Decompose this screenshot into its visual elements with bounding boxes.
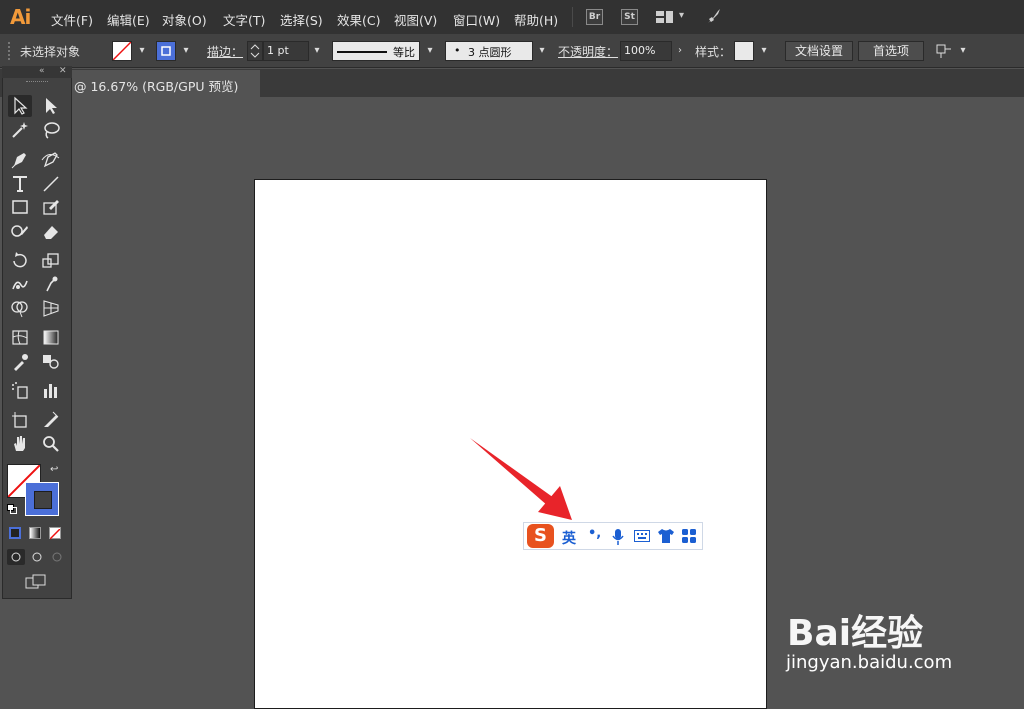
toolbox-grid-icon[interactable]: [682, 529, 696, 543]
ime-logo[interactable]: S: [527, 524, 554, 548]
brush-select[interactable]: • 3 点圆形: [445, 41, 533, 61]
chevron-down-icon[interactable]: ▾: [309, 41, 325, 61]
selection-status: 未选择对象: [20, 45, 81, 59]
perspective-grid-tool[interactable]: [39, 297, 63, 319]
curvature-tool[interactable]: [39, 148, 63, 170]
menu-object[interactable]: 对象(O): [162, 10, 207, 29]
stroke-weight-input[interactable]: 1 pt: [263, 41, 309, 61]
ime-language-toggle[interactable]: 英: [562, 528, 576, 548]
screen-mode-icon[interactable]: [25, 574, 47, 590]
column-graph-tool[interactable]: [39, 379, 63, 401]
warp-tool[interactable]: [8, 273, 32, 295]
mesh-tool[interactable]: [8, 326, 32, 348]
annotation-arrow: [468, 436, 578, 522]
direct-selection-tool[interactable]: [39, 95, 63, 117]
scale-tool[interactable]: [39, 249, 63, 271]
color-mode-icon[interactable]: [9, 527, 21, 539]
magic-wand-tool[interactable]: [8, 119, 32, 141]
workspace-layout-icon[interactable]: [655, 9, 675, 25]
puppet-warp-tool[interactable]: [39, 273, 63, 295]
fill-swatch[interactable]: [112, 41, 132, 61]
keyboard-icon[interactable]: [634, 530, 650, 542]
chevron-down-icon[interactable]: ▾: [756, 41, 772, 61]
draw-inside-icon[interactable]: [49, 549, 65, 565]
opacity-label[interactable]: 不透明度：: [558, 43, 618, 60]
brush-dot: •: [454, 44, 461, 57]
draw-behind-icon[interactable]: [29, 549, 45, 565]
type-tool[interactable]: [8, 172, 32, 194]
document-tab-title: @ 16.67% (RGB/GPU 预览): [74, 79, 239, 94]
menu-type[interactable]: 文字(T): [223, 10, 265, 29]
chevron-down-icon[interactable]: ▾: [679, 10, 684, 21]
chevron-down-icon[interactable]: ▾: [422, 41, 438, 61]
bridge-button[interactable]: Br: [586, 9, 603, 25]
menu-help[interactable]: 帮助(H): [514, 10, 558, 29]
artboard-tool[interactable]: [8, 408, 32, 430]
stroke-color-swatch[interactable]: [25, 482, 59, 516]
paintbrush-tool[interactable]: [8, 220, 32, 242]
hand-tool[interactable]: [8, 432, 32, 454]
preferences-button[interactable]: 首选项: [858, 41, 924, 61]
rectangle-tool[interactable]: [8, 196, 32, 218]
menu-select[interactable]: 选择(S): [280, 10, 323, 29]
style-label: 样式：: [695, 45, 732, 59]
chevron-down-icon[interactable]: ▾: [134, 41, 150, 61]
rotate-tool[interactable]: [8, 249, 32, 271]
shaper-tool[interactable]: [39, 196, 63, 218]
none-mode-icon[interactable]: [49, 527, 61, 540]
menu-edit[interactable]: 编辑(E): [107, 10, 150, 29]
stroke-label[interactable]: 描边：: [207, 43, 243, 60]
stroke-profile-label: 等比: [393, 46, 415, 59]
stock-button[interactable]: St: [621, 9, 638, 25]
chevron-down-icon[interactable]: ▾: [955, 41, 971, 61]
arrange-icon[interactable]: [935, 42, 953, 60]
slice-tool[interactable]: [39, 408, 63, 430]
rocket-icon[interactable]: [704, 7, 724, 27]
line-segment-tool[interactable]: [39, 172, 63, 194]
chevron-down-icon[interactable]: ▾: [534, 41, 550, 61]
lasso-tool[interactable]: [39, 119, 63, 141]
app-logo: Ai: [10, 5, 31, 29]
swap-colors-icon[interactable]: ↩: [50, 464, 58, 475]
skin-shirt-icon[interactable]: [657, 528, 675, 544]
ime-punctuation-toggle[interactable]: •,: [588, 526, 601, 541]
shape-builder-tool[interactable]: [8, 297, 32, 319]
menu-effect[interactable]: 效果(C): [337, 10, 380, 29]
style-swatch[interactable]: [734, 41, 754, 61]
blend-tool[interactable]: [39, 350, 63, 372]
stepper-icon[interactable]: [247, 41, 263, 61]
menu-file[interactable]: 文件(F): [51, 10, 93, 29]
gradient-tool[interactable]: [39, 326, 63, 348]
default-colors-icon[interactable]: [7, 503, 17, 514]
zoom-tool[interactable]: [39, 432, 63, 454]
eraser-tool[interactable]: [39, 220, 63, 242]
document-setup-button[interactable]: 文档设置: [785, 41, 853, 61]
menu-window[interactable]: 窗口(W): [453, 10, 500, 29]
menu-divider: [572, 7, 573, 27]
pen-tool[interactable]: [8, 148, 32, 170]
stroke-swatch[interactable]: [156, 41, 176, 61]
microphone-icon[interactable]: [611, 528, 625, 546]
opacity-input[interactable]: 100%: [620, 41, 672, 61]
grip-handle[interactable]: [8, 42, 12, 60]
menu-view[interactable]: 视图(V): [394, 10, 437, 29]
close-icon[interactable]: ✕: [59, 66, 67, 76]
watermark-logo: Bai经验: [787, 613, 924, 654]
collapse-icon[interactable]: «: [39, 66, 45, 76]
document-tab[interactable]: @ 16.67% (RGB/GPU 预览): [66, 70, 260, 97]
chevron-right-icon[interactable]: ›: [672, 41, 688, 61]
symbol-sprayer-tool[interactable]: [8, 379, 32, 401]
stroke-profile-select[interactable]: 等比: [332, 41, 420, 61]
selection-tool[interactable]: [8, 95, 32, 117]
menu-bar: [0, 0, 1024, 34]
gradient-mode-icon[interactable]: [29, 527, 41, 539]
brush-label: 3 点圆形: [468, 46, 512, 59]
chevron-down-icon[interactable]: ▾: [178, 41, 194, 61]
watermark-url: jingyan.baidu.com: [786, 652, 953, 673]
eyedropper-tool[interactable]: [8, 350, 32, 372]
grip-handle[interactable]: [26, 81, 48, 84]
draw-normal-icon[interactable]: [7, 549, 25, 565]
